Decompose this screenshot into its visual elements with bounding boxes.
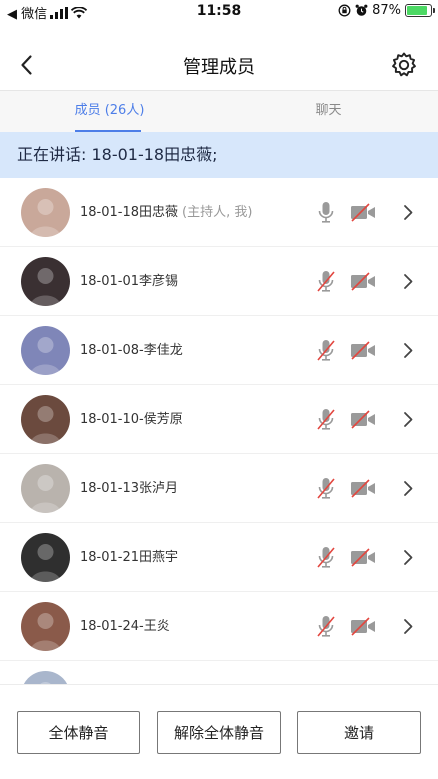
member-name: 18-01-18田忠薇 (主持人, 我): [80, 178, 252, 247]
mute-all-button[interactable]: 全体静音: [17, 711, 140, 754]
avatar: [21, 464, 70, 513]
camera-off-icon[interactable]: [350, 410, 376, 429]
status-bar: ◀ 微信 11:58 87%: [0, 0, 438, 24]
chevron-right-icon[interactable]: [401, 204, 415, 221]
bottom-action-bar: 全体静音 解除全体静音 邀请: [0, 684, 438, 779]
chevron-right-icon[interactable]: [401, 480, 415, 497]
member-role: (主持人, 我): [182, 205, 253, 220]
mic-muted-icon[interactable]: [314, 407, 338, 432]
nav-bar: 管理成员: [0, 40, 438, 90]
member-name-text: 18-01-24-王炎: [80, 619, 170, 634]
avatar: [21, 395, 70, 444]
avatar: [21, 326, 70, 375]
member-row[interactable]: 18-01-10-侯芳原: [0, 385, 438, 454]
member-name: 18-01-13张泸月: [80, 454, 178, 523]
member-row[interactable]: 18-01-21田燕宇: [0, 523, 438, 592]
camera-off-icon[interactable]: [350, 548, 376, 567]
member-row[interactable]: 18-01-01李彦锡: [0, 247, 438, 316]
chevron-right-icon[interactable]: [401, 618, 415, 635]
settings-icon[interactable]: [390, 51, 418, 79]
mic-muted-icon[interactable]: [314, 338, 338, 363]
member-name: 18-01-08-李佳龙: [80, 316, 183, 385]
chevron-right-icon[interactable]: [401, 273, 415, 290]
camera-off-icon[interactable]: [350, 272, 376, 291]
member-name-text: 18-01-08-李佳龙: [80, 343, 183, 358]
avatar: [21, 188, 70, 237]
member-name-text: 18-01-21田燕宇: [80, 550, 179, 565]
back-icon[interactable]: [14, 52, 40, 78]
battery-percent: 87%: [372, 3, 401, 18]
member-name: 18-01-01李彦锡: [80, 247, 178, 316]
tab-members[interactable]: 成员 (26人): [0, 91, 219, 133]
member-name-text: 18-01-13张泸月: [80, 481, 179, 496]
camera-off-icon[interactable]: [350, 617, 376, 636]
battery-icon: [405, 4, 435, 17]
avatar: [21, 671, 70, 684]
chevron-right-icon[interactable]: [401, 549, 415, 566]
page-title: 管理成员: [183, 57, 255, 78]
member-row[interactable]: [0, 661, 438, 684]
unmute-all-button[interactable]: 解除全体静音: [157, 711, 281, 754]
camera-off-icon[interactable]: [350, 479, 376, 498]
status-right: 87%: [338, 3, 435, 18]
mic-muted-icon[interactable]: [314, 545, 338, 570]
member-row[interactable]: 18-01-18田忠薇 (主持人, 我): [0, 178, 438, 247]
speaking-banner: 正在讲话: 18-01-18田忠薇;: [0, 132, 438, 178]
member-name-text: 18-01-01李彦锡: [80, 274, 179, 289]
member-name-text: 18-01-18田忠薇: [80, 205, 179, 220]
chevron-right-icon[interactable]: [401, 342, 415, 359]
member-list[interactable]: 18-01-18田忠薇 (主持人, 我) 18-01-01李彦锡 18-01-08-李…: [0, 178, 438, 684]
mic-muted-icon[interactable]: [314, 269, 338, 294]
member-name: 18-01-24-王炎: [80, 592, 170, 661]
member-row[interactable]: 18-01-13张泸月: [0, 454, 438, 523]
avatar: [21, 257, 70, 306]
member-row[interactable]: 18-01-24-王炎: [0, 592, 438, 661]
camera-off-icon[interactable]: [350, 341, 376, 360]
mic-muted-icon[interactable]: [314, 476, 338, 501]
avatar: [21, 533, 70, 582]
mic-icon[interactable]: [314, 200, 338, 225]
invite-button[interactable]: 邀请: [297, 711, 421, 754]
member-name: 18-01-10-侯芳原: [80, 385, 183, 454]
camera-off-icon[interactable]: [350, 203, 376, 222]
alarm-icon: [355, 4, 368, 16]
tab-bar: 成员 (26人) 聊天: [0, 90, 438, 132]
mic-muted-icon[interactable]: [314, 614, 338, 639]
member-row[interactable]: 18-01-08-李佳龙: [0, 316, 438, 385]
member-name-text: 18-01-10-侯芳原: [80, 412, 183, 427]
member-name: 18-01-21田燕宇: [80, 523, 178, 592]
orientation-lock-icon: [338, 4, 351, 17]
tab-chat[interactable]: 聊天: [219, 91, 438, 133]
chevron-right-icon[interactable]: [401, 411, 415, 428]
avatar: [21, 602, 70, 651]
